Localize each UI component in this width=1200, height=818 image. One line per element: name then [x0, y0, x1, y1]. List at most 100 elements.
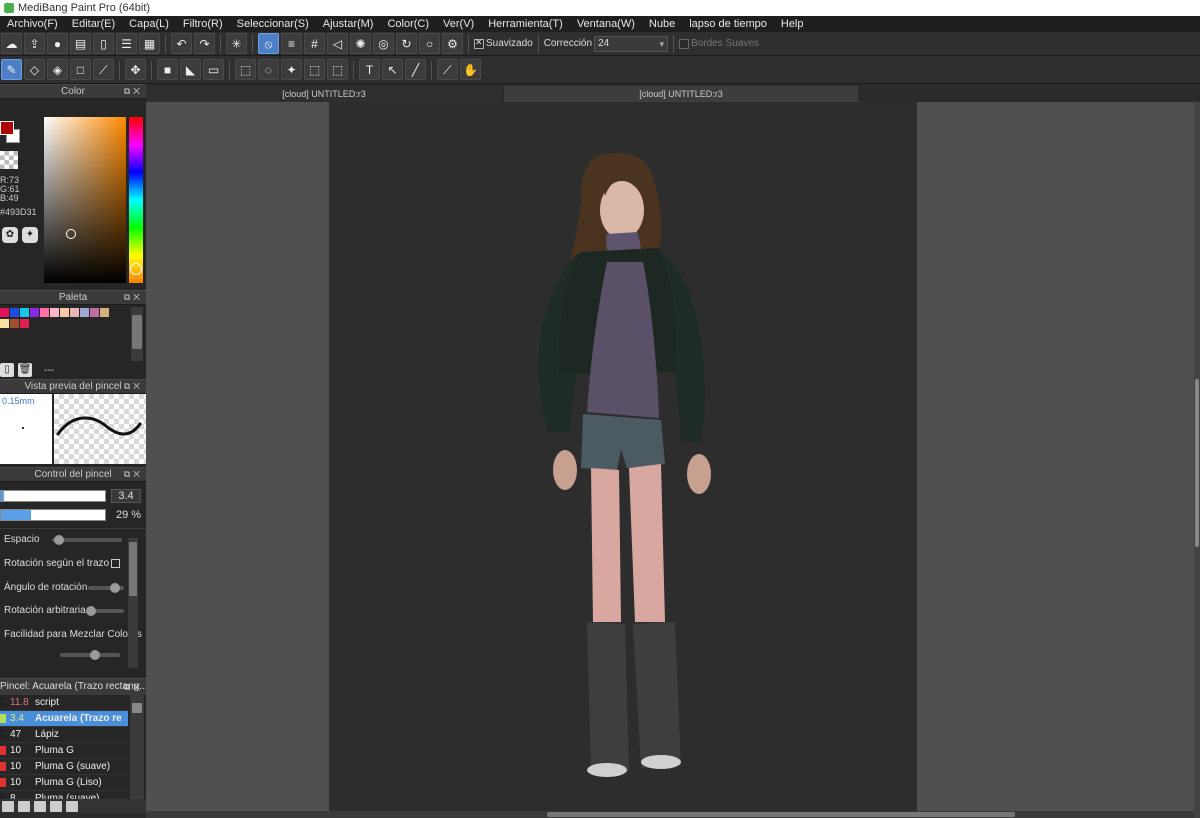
- menu-filtro[interactable]: Filtro(R): [176, 16, 230, 32]
- add-brush-icon[interactable]: [2, 800, 14, 812]
- divide-tool-icon[interactable]: ╱: [405, 59, 426, 80]
- cloud-icon[interactable]: ☁: [1, 33, 22, 54]
- canvas-workspace[interactable]: [146, 102, 1194, 818]
- color-palette-icon[interactable]: ✿: [2, 227, 18, 243]
- select-tool-icon[interactable]: ⬚: [235, 59, 256, 80]
- panel-float-close-icon[interactable]: ⧉✕: [124, 85, 143, 98]
- menu-archivo[interactable]: Archivo(F): [0, 16, 65, 32]
- bordes-suaves-checkbox[interactable]: [679, 38, 690, 49]
- menu-help[interactable]: Help: [774, 16, 811, 32]
- palette-swatch[interactable]: [80, 308, 89, 317]
- brush-list-item[interactable]: 10 Pluma G: [0, 743, 128, 759]
- saturation-value-picker[interactable]: [44, 117, 126, 283]
- menu-nube[interactable]: Nube: [642, 16, 682, 32]
- hue-cursor[interactable]: [130, 263, 142, 275]
- snap-settings-icon[interactable]: ⚙: [442, 33, 463, 54]
- bucket-tool-icon[interactable]: ◣: [180, 59, 201, 80]
- menu-ventana[interactable]: Ventana(W): [570, 16, 642, 32]
- menu-seleccionar[interactable]: Seleccionar(S): [230, 16, 316, 32]
- panel-float-close-icon[interactable]: ⧉✕: [124, 468, 143, 481]
- parallel-snap-icon[interactable]: ≡: [281, 33, 302, 54]
- message-icon[interactable]: ▤: [70, 33, 91, 54]
- duplicate-icon[interactable]: [66, 800, 78, 812]
- brush-tool-icon[interactable]: ✎: [1, 59, 22, 80]
- palette-swatch[interactable]: [70, 308, 79, 317]
- menu-color[interactable]: Color(C): [380, 16, 436, 32]
- comment-icon[interactable]: ●: [47, 33, 68, 54]
- brush-list-item[interactable]: 3.4 Acuarela (Trazo re: [0, 711, 128, 727]
- eyedropper-icon[interactable]: ⟋: [437, 59, 458, 80]
- vertical-scrollbar[interactable]: [1194, 102, 1200, 818]
- primary-color-swatch[interactable]: [0, 121, 14, 135]
- palette-swatch[interactable]: [0, 308, 9, 317]
- palette-swatch[interactable]: [20, 308, 29, 317]
- hue-slider[interactable]: [129, 117, 143, 283]
- tab-document-2[interactable]: [cloud] UNTITLED:r3: [504, 86, 858, 102]
- no-snap-icon[interactable]: ⦸: [258, 33, 279, 54]
- menu-ajustar[interactable]: Ajustar(M): [316, 16, 381, 32]
- tab-document-1[interactable]: [cloud] UNTITLED:r3: [146, 86, 502, 102]
- brush-size-value[interactable]: 3.4: [111, 489, 141, 503]
- blur-eraser-icon[interactable]: ◈: [47, 59, 68, 80]
- palette-swatch[interactable]: [100, 308, 109, 317]
- palette-swatch[interactable]: [10, 308, 19, 317]
- gradient-tool-icon[interactable]: ▭: [203, 59, 224, 80]
- copy-brush-icon[interactable]: [34, 800, 46, 812]
- undo-icon[interactable]: ↶: [171, 33, 192, 54]
- grid-layout-icon[interactable]: ▦: [139, 33, 160, 54]
- rotacion-arbitraria-slider[interactable]: [86, 606, 124, 616]
- menu-editar[interactable]: Editar(E): [65, 16, 122, 32]
- brush-control-scrollbar[interactable]: [128, 538, 138, 668]
- color-cursor[interactable]: [66, 229, 76, 239]
- curve-snap-icon[interactable]: ↻: [396, 33, 417, 54]
- operation-tool-icon[interactable]: ↖: [382, 59, 403, 80]
- text-tool-icon[interactable]: T: [359, 59, 380, 80]
- horizontal-scrollbar[interactable]: [146, 811, 1194, 818]
- vanishing-point-icon[interactable]: ◁: [327, 33, 348, 54]
- palette-swatch[interactable]: [60, 308, 69, 317]
- palette-swatch[interactable]: [10, 319, 19, 328]
- fill-rect-tool-icon[interactable]: ■: [157, 59, 178, 80]
- select-eraser-icon[interactable]: ⬚: [327, 59, 348, 80]
- rotacion-trazo-checkbox[interactable]: [111, 559, 120, 568]
- panel-float-close-icon[interactable]: ⧉✕: [124, 291, 143, 304]
- rectangle-tool-icon[interactable]: □: [70, 59, 91, 80]
- concentric-snap-icon[interactable]: ◎: [373, 33, 394, 54]
- polyline-tool-icon[interactable]: ⟋: [93, 59, 114, 80]
- palette-swatch[interactable]: [0, 319, 9, 328]
- brush-list-item[interactable]: 10 Pluma G (Liso): [0, 775, 128, 791]
- loading-icon[interactable]: ✳: [226, 33, 247, 54]
- lasso-tool-icon[interactable]: ◌: [258, 59, 279, 80]
- crosshatch-snap-icon[interactable]: #: [304, 33, 325, 54]
- angulo-slider[interactable]: [88, 583, 124, 593]
- brush-list-scrollbar[interactable]: [130, 695, 144, 810]
- new-palette-icon[interactable]: ▯: [0, 363, 14, 377]
- hidden-slider[interactable]: [60, 650, 120, 660]
- move-tool-icon[interactable]: ✥: [125, 59, 146, 80]
- share-icon[interactable]: ⇪: [24, 33, 45, 54]
- radial-snap-icon[interactable]: ✺: [350, 33, 371, 54]
- hand-tool-icon[interactable]: ✋: [460, 59, 481, 80]
- folder-icon[interactable]: [50, 800, 62, 812]
- palette-swatch[interactable]: [20, 319, 29, 328]
- brush-list-item[interactable]: 47 Lápiz: [0, 727, 128, 743]
- menu-ver[interactable]: Ver(V): [436, 16, 481, 32]
- brush-size-bar[interactable]: [0, 490, 106, 502]
- transparent-swatch[interactable]: [0, 151, 18, 169]
- delete-palette-icon[interactable]: 🗑: [18, 363, 32, 377]
- menu-lapso[interactable]: lapso de tiempo: [682, 16, 774, 32]
- circle-snap-icon[interactable]: ○: [419, 33, 440, 54]
- color-picker-icon[interactable]: ✦: [22, 227, 38, 243]
- brush-list-item[interactable]: 11.8 script: [0, 695, 128, 711]
- palette-swatch[interactable]: [30, 308, 39, 317]
- palette-swatch[interactable]: [90, 308, 99, 317]
- espacio-slider[interactable]: [52, 535, 122, 545]
- brush-opacity-bar[interactable]: [0, 509, 106, 521]
- suavizado-checkbox[interactable]: [474, 37, 484, 49]
- correccion-select[interactable]: 24: [594, 35, 669, 52]
- select-pen-icon[interactable]: ⬚: [304, 59, 325, 80]
- panel-float-close-icon[interactable]: ⧉✕: [124, 380, 143, 393]
- redo-icon[interactable]: ↷: [194, 33, 215, 54]
- panel-float-close-icon[interactable]: ⧉✕: [124, 679, 143, 695]
- brush-list-item[interactable]: 10 Pluma G (suave): [0, 759, 128, 775]
